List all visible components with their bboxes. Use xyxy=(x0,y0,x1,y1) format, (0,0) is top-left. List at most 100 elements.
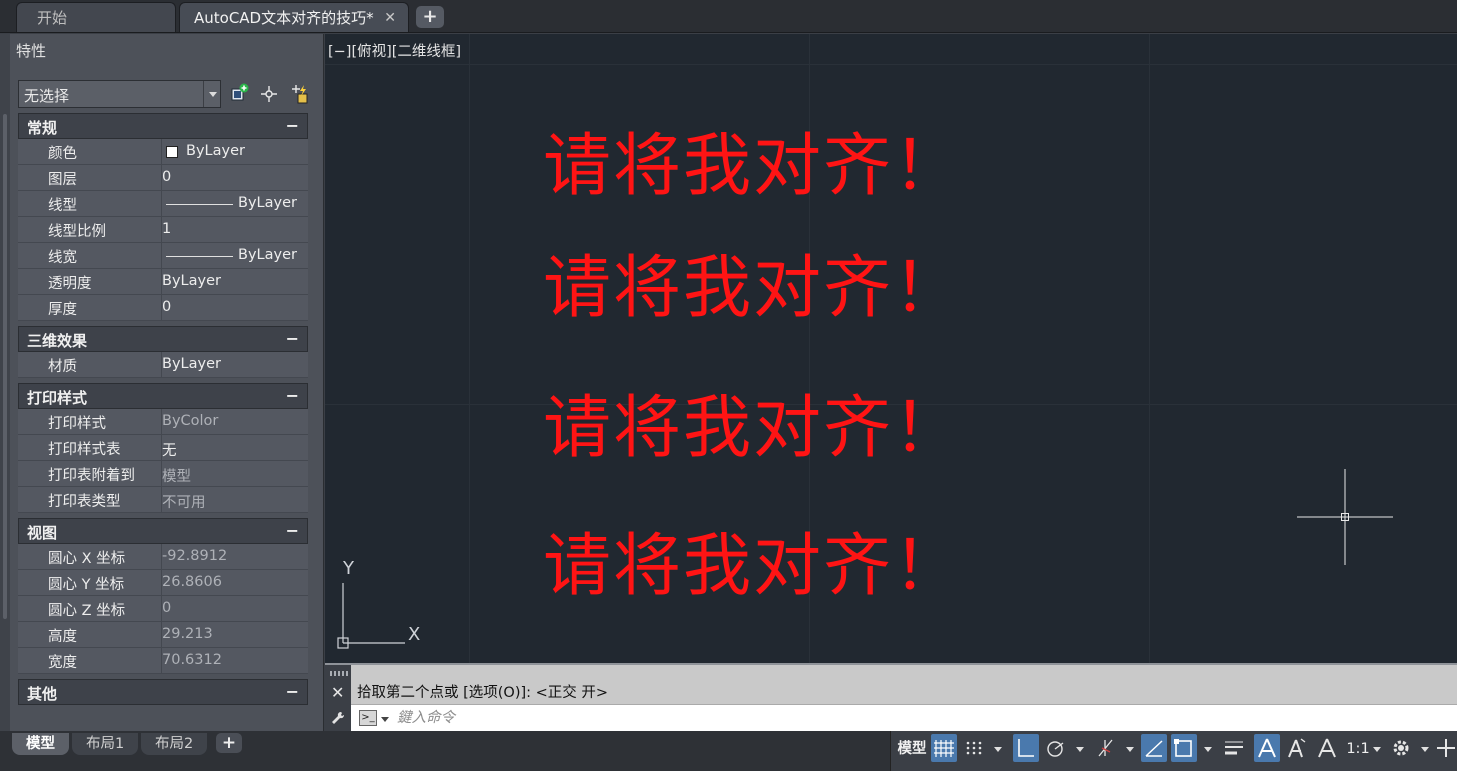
add-layout-button[interactable]: + xyxy=(216,733,242,753)
chevron-down-icon[interactable] xyxy=(1204,747,1212,752)
ortho-mode-button[interactable] xyxy=(1013,734,1039,762)
prop-value-plot-style[interactable]: ByColor xyxy=(161,409,308,435)
annotation-visibility-button[interactable] xyxy=(1254,734,1280,762)
wrench-icon[interactable] xyxy=(330,710,346,726)
prop-row-plot-table-type[interactable]: 打印表类型 不可用 xyxy=(18,487,308,513)
chevron-down-icon[interactable] xyxy=(1126,747,1134,752)
collapse-icon[interactable]: − xyxy=(286,329,299,348)
chevron-down-icon[interactable] xyxy=(381,717,389,722)
collapse-icon[interactable]: − xyxy=(286,386,299,405)
new-tab-button[interactable]: + xyxy=(416,6,444,28)
command-line-sidebar: ✕ xyxy=(325,665,351,731)
prop-value-layer[interactable]: 0 xyxy=(161,165,308,191)
polar-tracking-button[interactable] xyxy=(1043,734,1069,762)
section-view-header[interactable]: 视图 − xyxy=(18,518,308,544)
prop-row-lineweight[interactable]: 线宽 ByLayer xyxy=(18,243,308,269)
prop-row-thickness[interactable]: 厚度 0 xyxy=(18,295,308,321)
tab-active-document[interactable]: AutoCAD文本对齐的技巧* ✕ xyxy=(179,2,409,32)
plus-icon xyxy=(1437,739,1455,757)
prop-value-center-y[interactable]: 26.8606 xyxy=(161,570,308,596)
snap-mode-button[interactable] xyxy=(961,734,987,762)
palette-title-strip[interactable] xyxy=(0,34,10,731)
selection-dropdown[interactable]: 无选择 xyxy=(18,80,221,108)
grid-display-button[interactable] xyxy=(931,734,957,762)
tab-layout1[interactable]: 布局1 xyxy=(72,733,139,755)
toggle-pickadd-icon[interactable] xyxy=(229,83,251,105)
chevron-down-icon[interactable] xyxy=(1076,747,1084,752)
prop-value-plot-attached[interactable]: 模型 xyxy=(161,461,308,487)
prop-row-color[interactable]: 颜色 ByLayer xyxy=(18,139,308,165)
prop-row-center-z[interactable]: 圆心 Z 坐标 0 xyxy=(18,596,308,622)
workspace-settings-button[interactable] xyxy=(1388,734,1414,762)
prop-value-height[interactable]: 29.213 xyxy=(161,622,308,648)
mtext-line-3[interactable]: 请将我对齐！ xyxy=(543,372,963,471)
customize-button[interactable] xyxy=(1433,734,1457,762)
prop-row-linetype-scale[interactable]: 线型比例 1 xyxy=(18,217,308,243)
prop-value-color[interactable]: ByLayer xyxy=(161,139,308,165)
prop-value-linetype[interactable]: ByLayer xyxy=(161,191,308,217)
command-prompt-icon[interactable]: >_ xyxy=(359,710,377,726)
prop-value-text: 0 xyxy=(162,169,172,185)
drawing-canvas[interactable]: [−][俯视][二维线框] 请将我对齐！ 请将我对齐！ 请将我对齐！ 请将我对齐… xyxy=(325,34,1457,663)
prop-value-material[interactable]: ByLayer xyxy=(161,352,308,378)
prop-row-transparency[interactable]: 透明度 ByLayer xyxy=(18,269,308,295)
object-snap-tracking-button[interactable] xyxy=(1141,734,1167,762)
prop-row-linetype[interactable]: 线型 ByLayer xyxy=(18,191,308,217)
prop-value-plot-style-table[interactable]: 无 xyxy=(161,435,308,461)
auto-scale-button[interactable] xyxy=(1284,734,1310,762)
section-3d-header[interactable]: 三维效果 − xyxy=(18,326,308,352)
prop-row-height[interactable]: 高度 29.213 xyxy=(18,622,308,648)
tab-layout2[interactable]: 布局2 xyxy=(141,733,208,755)
command-input[interactable] xyxy=(397,707,797,729)
section-misc-header[interactable]: 其他 − xyxy=(18,679,308,705)
drag-handle-icon[interactable] xyxy=(330,671,348,676)
prop-value-transparency[interactable]: ByLayer xyxy=(161,269,308,295)
section-3d-label: 三维效果 xyxy=(27,332,88,350)
mtext-line-1[interactable]: 请将我对齐！ xyxy=(543,110,963,209)
lineweight-button[interactable] xyxy=(1221,734,1247,762)
prop-value-lineweight[interactable]: ByLayer xyxy=(161,243,308,269)
tab-model[interactable]: 模型 xyxy=(12,733,69,755)
status-bar: 模型 布局1 布局2 + 模型 1:1 xyxy=(0,731,1457,771)
prop-value-thickness[interactable]: 0 xyxy=(161,295,308,321)
prop-row-plot-attached[interactable]: 打印表附着到 模型 xyxy=(18,461,308,487)
chevron-down-icon[interactable] xyxy=(1421,747,1429,752)
prop-name: 打印样式表 xyxy=(48,442,121,458)
scale-value[interactable]: 1:1 xyxy=(1345,735,1371,763)
grid-line xyxy=(469,34,470,663)
close-icon[interactable]: ✕ xyxy=(331,683,344,702)
prop-row-plot-style[interactable]: 打印样式 ByColor xyxy=(18,409,308,435)
prop-row-center-y[interactable]: 圆心 Y 坐标 26.8606 xyxy=(18,570,308,596)
prop-value-center-z[interactable]: 0 xyxy=(161,596,308,622)
section-plot-style-header[interactable]: 打印样式 − xyxy=(18,383,308,409)
prop-value-linetype-scale[interactable]: 1 xyxy=(161,217,308,243)
isodraft-button[interactable] xyxy=(1093,734,1119,762)
select-objects-icon[interactable] xyxy=(258,83,280,105)
chevron-down-icon[interactable] xyxy=(1373,747,1381,752)
prop-row-center-x[interactable]: 圆心 X 坐标 -92.8912 xyxy=(18,544,308,570)
prop-value-plot-table-type[interactable]: 不可用 xyxy=(161,487,308,513)
prop-row-layer[interactable]: 图层 0 xyxy=(18,165,308,191)
prop-row-plot-style-table[interactable]: 打印样式表 无 xyxy=(18,435,308,461)
viewport-controls[interactable]: [−][俯视][二维线框] xyxy=(328,40,461,61)
annotation-scale-button[interactable] xyxy=(1314,734,1340,762)
prop-value-width[interactable]: 70.6312 xyxy=(161,648,308,674)
section-general-header[interactable]: 常规 − xyxy=(18,113,308,139)
mtext-line-4[interactable]: 请将我对齐！ xyxy=(543,510,963,609)
chevron-down-icon[interactable] xyxy=(203,81,220,107)
collapse-icon[interactable]: − xyxy=(286,682,299,701)
close-icon[interactable]: ✕ xyxy=(384,3,396,33)
palette-grip[interactable] xyxy=(3,114,7,619)
tab-start[interactable]: 开始 xyxy=(16,2,176,32)
mtext-line-2[interactable]: 请将我对齐！ xyxy=(543,232,963,331)
collapse-icon[interactable]: − xyxy=(286,521,299,540)
prop-name: 圆心 Y 坐标 xyxy=(48,577,125,593)
object-snap-button[interactable] xyxy=(1171,734,1197,762)
quick-select-icon[interactable] xyxy=(288,83,310,105)
model-space-button[interactable]: 模型 xyxy=(895,735,929,763)
prop-row-width[interactable]: 宽度 70.6312 xyxy=(18,648,308,674)
chevron-down-icon[interactable] xyxy=(994,747,1002,752)
prop-row-material[interactable]: 材质 ByLayer xyxy=(18,352,308,378)
collapse-icon[interactable]: − xyxy=(286,116,299,135)
prop-value-center-x[interactable]: -92.8912 xyxy=(161,544,308,570)
